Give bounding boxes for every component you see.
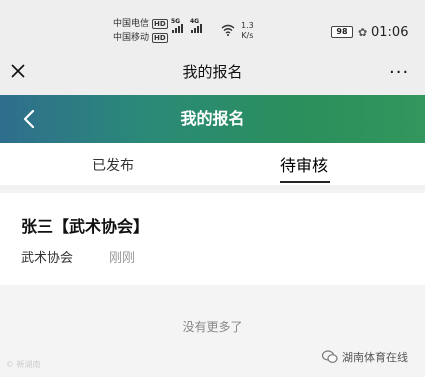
registration-organization: 武术协会 xyxy=(21,251,74,266)
signal-icon: 5G 4G xyxy=(171,18,202,33)
watermark-right-label: 湖南体育在线 xyxy=(342,351,408,364)
registration-title: 张三【武术协会】 xyxy=(21,217,150,236)
tab-bar: 已发布 待审核 xyxy=(0,143,425,189)
close-icon[interactable] xyxy=(10,63,26,79)
watermark-left: © 新湖南 xyxy=(6,360,41,369)
wifi-icon xyxy=(221,24,235,36)
signal-4g-icon: 4G xyxy=(190,18,202,33)
carrier-1-label: 中国电信 xyxy=(113,19,150,29)
status-bar: 中国电信 HD 中国移动 HD 5G 4G 1.3 K/s 98 ✿ 01:06 xyxy=(0,0,425,50)
registration-card[interactable]: 张三【武术协会】 武术协会 刚刚 xyxy=(0,193,425,285)
tab-pending-review[interactable]: 待审核 xyxy=(280,143,328,185)
page-title: 我的报名 xyxy=(180,109,245,128)
tab-published[interactable]: 已发布 xyxy=(92,143,134,185)
active-tab-indicator xyxy=(280,181,330,183)
hd-badge: HD xyxy=(152,19,168,29)
net-type-1: 5G xyxy=(171,18,181,25)
more-menu-button[interactable]: ··· xyxy=(389,62,409,83)
mini-program-bar: 我的报名 ··· xyxy=(0,50,425,95)
speed-unit: K/s xyxy=(241,31,254,40)
battery-icon: 98 xyxy=(331,26,353,38)
watermark-right: 湖南体育在线 xyxy=(322,349,408,365)
leaf-icon: ✿ xyxy=(358,26,368,39)
carrier-row-1: 中国电信 HD xyxy=(113,17,168,31)
clock: 01:06 xyxy=(371,25,409,40)
registration-time: 刚刚 xyxy=(109,251,136,266)
carrier-row-2: 中国移动 HD xyxy=(113,31,168,45)
list-end-text: 没有更多了 xyxy=(182,320,243,334)
carrier-2-label: 中国移动 xyxy=(113,33,150,43)
speed-value: 1.3 xyxy=(241,21,254,30)
signal-5g-icon: 5G xyxy=(171,18,183,33)
chevron-left-icon[interactable] xyxy=(22,108,36,130)
wechat-icon xyxy=(322,350,338,363)
carrier-info: 中国电信 HD 中国移动 HD xyxy=(113,17,168,45)
page-header: 我的报名 xyxy=(0,95,425,143)
app-bar-title: 我的报名 xyxy=(182,63,243,81)
hd-badge: HD xyxy=(152,33,168,43)
net-type-2: 4G xyxy=(190,18,200,25)
network-speed: 1.3 K/s xyxy=(241,21,254,41)
